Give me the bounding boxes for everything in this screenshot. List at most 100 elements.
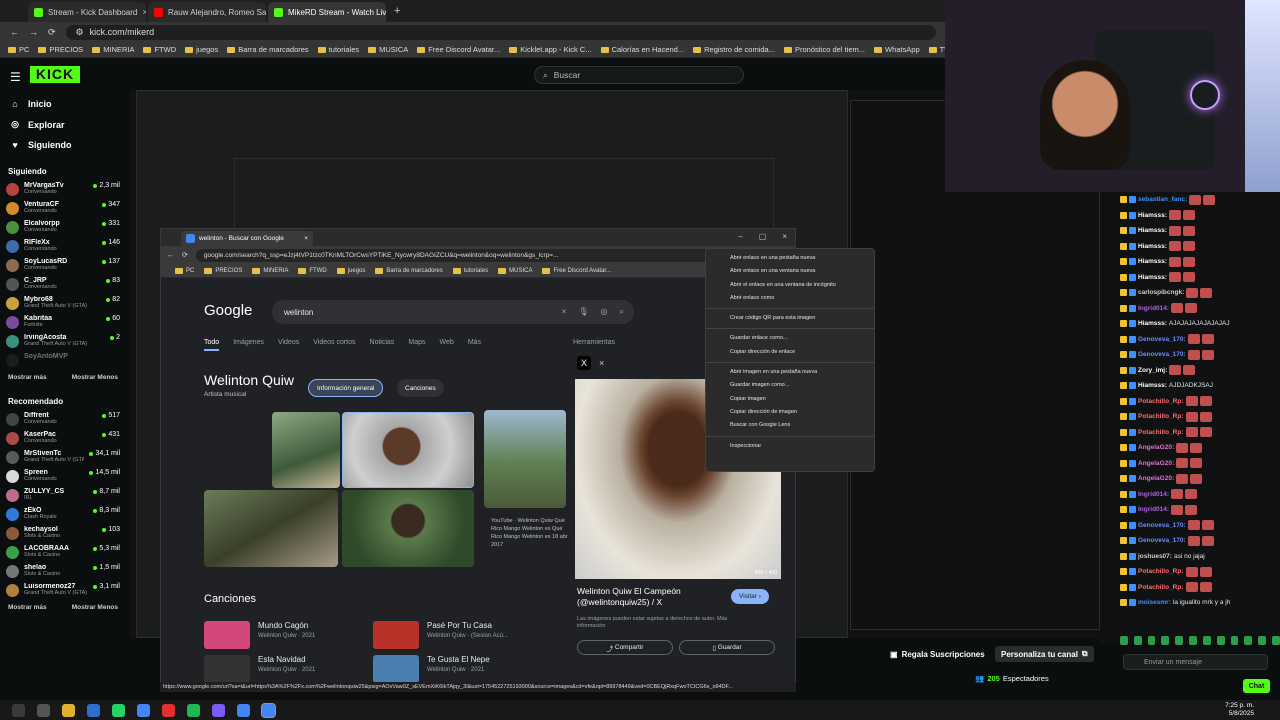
chat-username[interactable]: Hiamsss: (1138, 212, 1167, 219)
visit-button[interactable]: Visitar › (731, 589, 769, 604)
browser-tab[interactable]: Rauw Alejandro, Romeo Santo× (148, 2, 266, 22)
emote-shortcut-icon[interactable] (1230, 636, 1239, 645)
songs-chip[interactable]: Canciones (397, 379, 444, 397)
close-tab-icon[interactable]: × (304, 235, 308, 242)
google-tab-4[interactable]: Noticias (370, 339, 395, 351)
reload-icon[interactable]: ⟳ (48, 27, 56, 38)
close-window-icon[interactable]: × (782, 232, 787, 241)
file-explorer-icon[interactable] (62, 703, 75, 717)
context-menu-item[interactable]: Abrir imagen en una pestaña nueva (706, 366, 874, 379)
channel-item[interactable]: C_JRP Conversando 83 (0, 275, 126, 294)
share-button[interactable]: ⤴ Compartir (577, 640, 673, 655)
chat-input[interactable]: Enviar un mensaje (1123, 654, 1268, 670)
channel-item[interactable]: Kabritaa Fortnite 60 (0, 313, 126, 332)
google-tab-3[interactable]: Videos cortos (313, 339, 355, 351)
whatsapp-icon[interactable] (112, 703, 125, 717)
search-icon[interactable]: ⌕ (620, 307, 624, 317)
bookmark-item[interactable]: Registro de comida... (693, 45, 775, 54)
bookmark-item[interactable]: Calorías en Hacend... (600, 45, 684, 54)
bookmark-item[interactable]: MINERIA (252, 267, 288, 274)
bookmark-item[interactable]: Pronóstico del tiem... (783, 45, 865, 54)
context-menu-item[interactable]: Abrir el enlace en una ventana de incógn… (706, 279, 874, 292)
nav-inicio[interactable]: ⌂ Inicio (0, 94, 126, 114)
emote-shortcut-icon[interactable] (1258, 636, 1267, 645)
channel-item[interactable]: kechaysol Slots & Casino 103 (0, 524, 126, 543)
clear-icon[interactable]: × (562, 307, 567, 317)
channel-item[interactable]: Elcalvorpp Conversando 331 (0, 218, 126, 237)
chat-username[interactable]: Ingrid014: (1138, 305, 1169, 312)
google-tab-2[interactable]: Videos (278, 339, 299, 351)
channel-item[interactable]: SoyAntoMVP (0, 351, 126, 370)
bookmark-item[interactable]: FTWD (143, 45, 176, 54)
browser-tab[interactable]: Stream - Kick Dashboard × (28, 2, 146, 22)
context-menu-item[interactable]: Inspeccionar (706, 440, 874, 453)
channel-item[interactable]: shelao Slots & Casino 1,5 mil (0, 562, 126, 581)
new-tab-icon[interactable]: + (394, 5, 400, 17)
emote-shortcut-icon[interactable] (1161, 636, 1170, 645)
word-icon[interactable] (87, 703, 100, 717)
bookmark-item[interactable]: PC (8, 45, 29, 54)
emote-shortcut-icon[interactable] (1147, 636, 1156, 645)
browser-tab[interactable]: MikeRD Stream - Watch Live o× (268, 2, 386, 22)
maximize-icon[interactable]: ▢ (759, 232, 767, 241)
channel-item[interactable]: RIFleXx Conversando 146 (0, 237, 126, 256)
chat-username[interactable]: Potachillo_Rp: (1138, 429, 1184, 436)
start-icon[interactable] (12, 703, 25, 717)
kick-logo[interactable]: KICK (30, 66, 80, 83)
google-tab-0[interactable]: Todo (204, 339, 220, 351)
bookmark-item[interactable]: juegos (336, 267, 365, 274)
bookmark-item[interactable]: Free Discord Avatar... (542, 267, 611, 274)
google-tab-1[interactable]: Imágenes (233, 339, 264, 351)
channel-item[interactable]: VenturaCF Conversando 347 (0, 199, 126, 218)
emote-shortcut-icon[interactable] (1133, 636, 1142, 645)
google-tools[interactable]: Herramientas (573, 339, 615, 346)
bookmark-item[interactable]: tutoriales (317, 45, 359, 54)
chat-username[interactable]: Hiamsss: (1138, 274, 1167, 281)
discord-icon[interactable] (212, 703, 225, 717)
result-photo-selected[interactable] (342, 412, 474, 488)
emote-shortcut-icon[interactable] (1202, 636, 1211, 645)
save-button[interactable]: ▯ Guardar (679, 640, 775, 655)
nav-explorar[interactable]: ◎ Explorar (0, 114, 126, 135)
channel-item[interactable]: KaserPac Conversando 431 (0, 429, 126, 448)
chat-username[interactable]: Hiamsss: (1138, 382, 1167, 389)
chrome-icon-active[interactable] (261, 702, 276, 718)
channel-item[interactable]: MrVargasTv Conversando 2,3 mil (0, 180, 126, 199)
customize-channel-button[interactable]: Personaliza tu canal ⧉ (995, 646, 1094, 662)
channel-item[interactable]: Mybro68 Grand Theft Auto V (GTA) 82 (0, 294, 126, 313)
song-item[interactable]: Mundo Cagón Welinton Quiw · 2021 (204, 621, 315, 649)
result-photo[interactable] (204, 490, 338, 567)
bookmark-item[interactable]: tutoriales (452, 267, 488, 274)
forward-icon[interactable]: → (29, 27, 38, 37)
opera-icon[interactable] (162, 703, 175, 717)
song-item[interactable]: Te Gusta El Nepe Welinton Quiw · 2021 (373, 655, 490, 683)
bookmark-item[interactable]: PRECIOS (38, 45, 83, 54)
gift-subs-button[interactable]: ▣ Regala Suscripciones (884, 646, 991, 662)
bookmark-item[interactable]: Barra de marcadores (375, 267, 443, 274)
chat-username[interactable]: Zory_imj: (1138, 367, 1167, 374)
chat-username[interactable]: Hiamsss: (1138, 227, 1167, 234)
back-icon[interactable]: ← (10, 27, 19, 37)
chat-username[interactable]: Genoveva_170: (1138, 537, 1186, 544)
song-item[interactable]: Esta Navidad Welinton Quiw · 2021 (204, 655, 315, 683)
chat-username[interactable]: moisesmr: (1138, 599, 1171, 606)
chat-username[interactable]: sebastian_fanс: (1138, 196, 1187, 203)
chat-username[interactable]: Genoveva_170: (1138, 336, 1186, 343)
google-tab[interactable]: welinton - Buscar con Google × (181, 231, 313, 246)
chat-username[interactable]: AngelaG20: (1138, 475, 1174, 482)
context-menu-item[interactable]: Copiar dirección de imagen (706, 406, 874, 419)
youtube-caption[interactable]: YouTube · Welinton Quiw Qué Rico Mango W… (491, 517, 571, 549)
kick-search-input[interactable]: ⌕ Buscar (534, 66, 744, 84)
chat-username[interactable]: Potachillo_Rp: (1138, 568, 1184, 575)
context-menu-item[interactable]: Copiar dirección de enlace (706, 346, 874, 359)
bookmark-item[interactable]: Barra de marcadores (227, 45, 309, 54)
address-field[interactable]: ⚙ kick.com/mikerd (65, 24, 936, 40)
close-panel-icon[interactable]: × (599, 358, 604, 368)
bookmark-item[interactable]: PRECIOS (204, 267, 242, 274)
channel-item[interactable]: IrvingAcosta Grand Theft Auto V (GTA) 2 (0, 332, 126, 351)
chat-username[interactable]: Hiamsss: (1138, 320, 1167, 327)
channel-item[interactable]: zEkO Clash Royale 8,3 mil (0, 505, 126, 524)
bookmark-item[interactable]: PC (175, 267, 194, 274)
emote-shortcut-icon[interactable] (1244, 636, 1253, 645)
close-tab-icon[interactable]: × (142, 7, 146, 17)
